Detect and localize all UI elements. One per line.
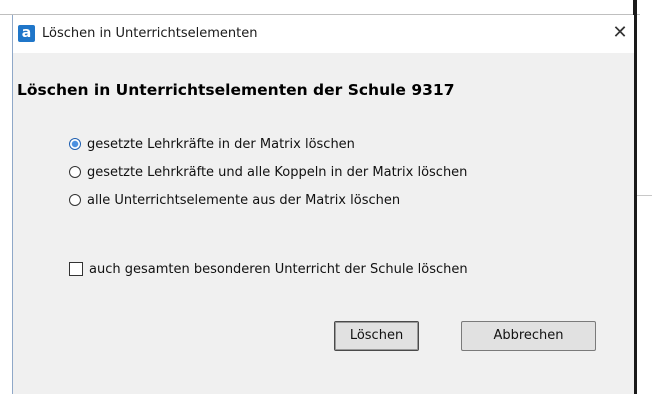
cancel-button[interactable]: Abbrechen: [461, 321, 596, 351]
option-label: gesetzte Lehrkräfte in der Matrix lösche…: [87, 136, 355, 152]
radio-button[interactable]: [69, 194, 81, 206]
app-logo-icon: a: [18, 25, 35, 42]
option-label: alle Unterrichtselemente aus der Matrix …: [87, 192, 401, 208]
dialog-heading: Löschen in Unterrichtselementen der Schu…: [17, 81, 455, 99]
radio-button[interactable]: [69, 166, 81, 178]
delete-dialog: a Löschen in Unterrichtselementen ✕ Lösc…: [12, 15, 634, 394]
option-delete-all-elements[interactable]: alle Unterrichtselemente aus der Matrix …: [69, 190, 400, 210]
checkbox-special-lessons[interactable]: auch gesamten besonderen Unterricht der …: [69, 259, 468, 279]
close-icon[interactable]: ✕: [607, 20, 633, 46]
option-delete-teachers[interactable]: gesetzte Lehrkräfte in der Matrix lösche…: [69, 134, 355, 154]
checkbox-label: auch gesamten besonderen Unterricht der …: [89, 261, 468, 277]
background-window-strip: [0, 0, 652, 14]
delete-button[interactable]: Löschen: [334, 321, 419, 351]
background-divider: [637, 195, 652, 196]
option-delete-teachers-and-couplings[interactable]: gesetzte Lehrkräfte und alle Koppeln in …: [69, 162, 467, 182]
title-bar: a Löschen in Unterrichtselementen ✕: [13, 15, 634, 53]
checkbox[interactable]: [69, 262, 83, 276]
background-window-right: [640, 0, 652, 394]
radio-button-selected[interactable]: [69, 138, 81, 150]
option-label: gesetzte Lehrkräfte und alle Koppeln in …: [87, 164, 468, 180]
window-title: Löschen in Unterrichtselementen: [42, 26, 258, 41]
